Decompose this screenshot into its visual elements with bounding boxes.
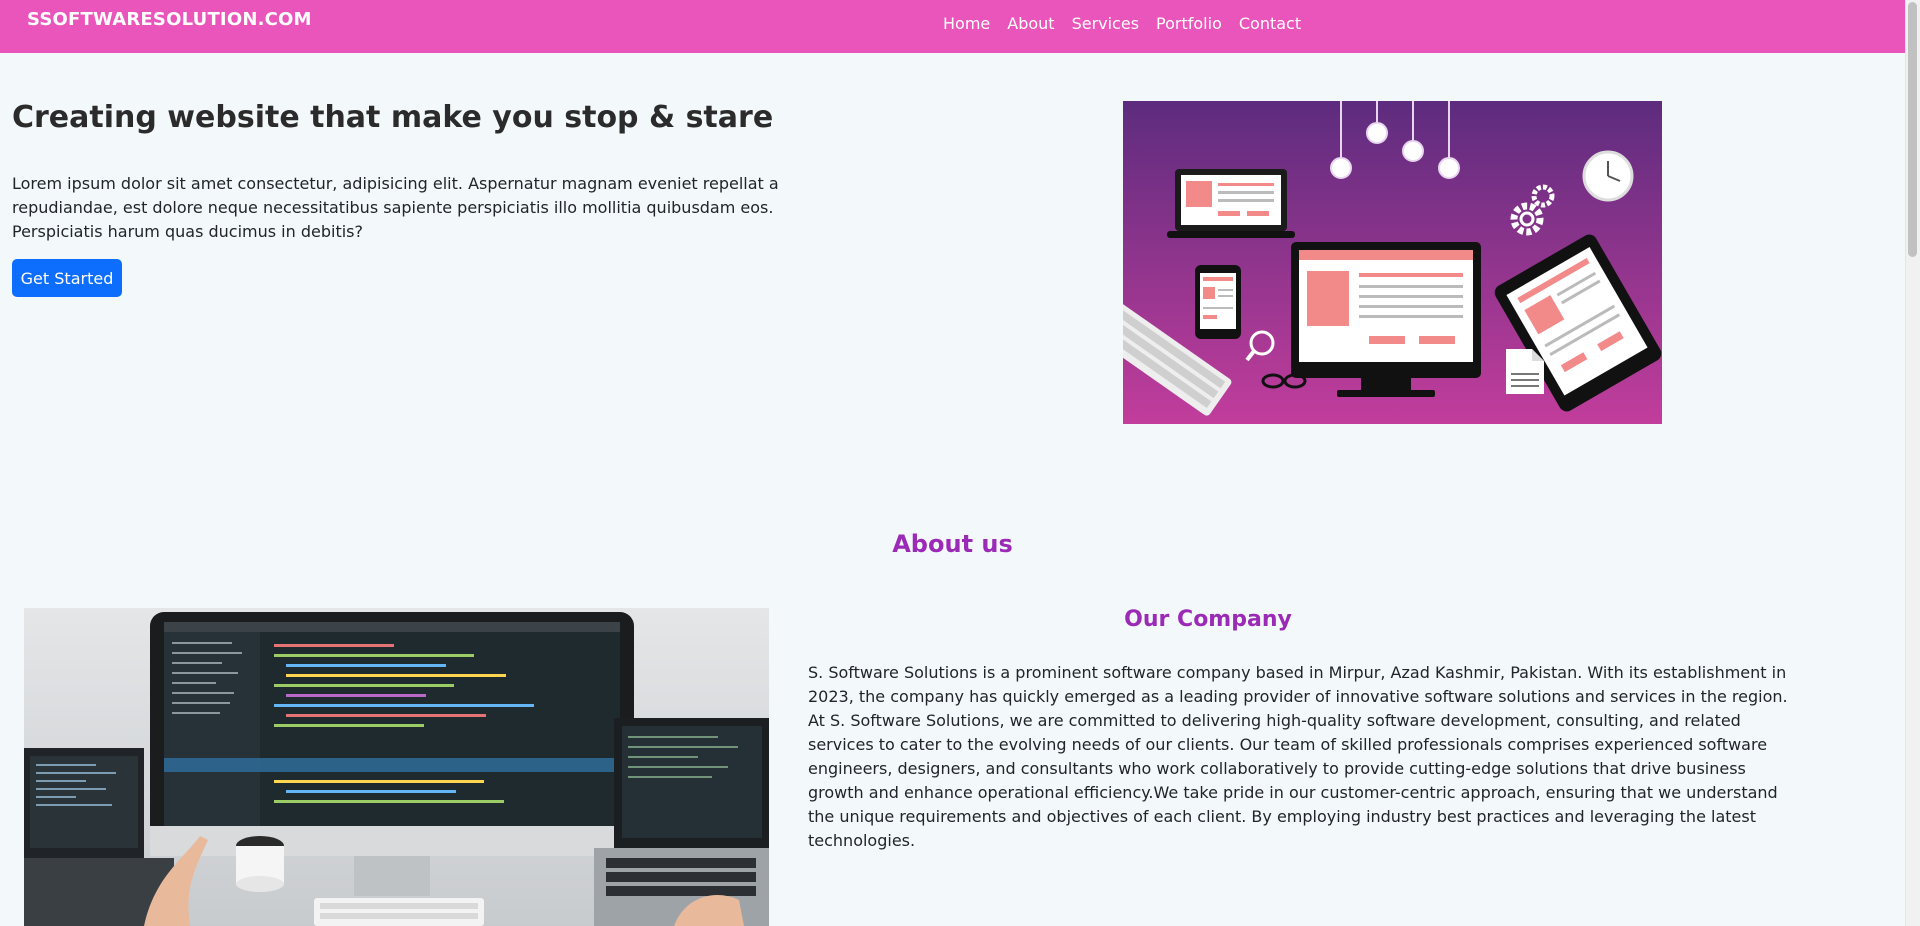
nav-link-portfolio[interactable]: Portfolio xyxy=(1156,14,1222,33)
nav-links: Home About Services Portfolio Contact xyxy=(943,14,1301,33)
nav-link-services[interactable]: Services xyxy=(1072,14,1139,33)
hero-text: Lorem ipsum dolor sit amet consectetur, … xyxy=(12,174,779,241)
nav-link-home[interactable]: Home xyxy=(943,14,990,33)
scrollbar-thumb[interactable] xyxy=(1908,2,1917,257)
company-description: S. Software Solutions is a prominent sof… xyxy=(808,663,1788,850)
brand-logo[interactable]: SSOFTWARESOLUTION.COM xyxy=(27,9,312,30)
hero-title: Creating website that make you stop & st… xyxy=(12,100,774,135)
hero-illustration xyxy=(1123,101,1662,424)
page-scrollbar[interactable] xyxy=(1905,0,1920,926)
about-photo xyxy=(24,608,769,926)
get-started-button[interactable]: Get Started xyxy=(12,259,122,297)
nav-link-about[interactable]: About xyxy=(1007,14,1054,33)
company-title: Our Company xyxy=(1124,607,1292,632)
nav-link-contact[interactable]: Contact xyxy=(1239,14,1301,33)
developer-workspace-photo xyxy=(24,608,769,926)
about-section-title: About us xyxy=(892,530,1013,558)
navbar: SSOFTWARESOLUTION.COM Home About Service… xyxy=(0,0,1905,53)
devices-illustration xyxy=(1123,101,1662,424)
